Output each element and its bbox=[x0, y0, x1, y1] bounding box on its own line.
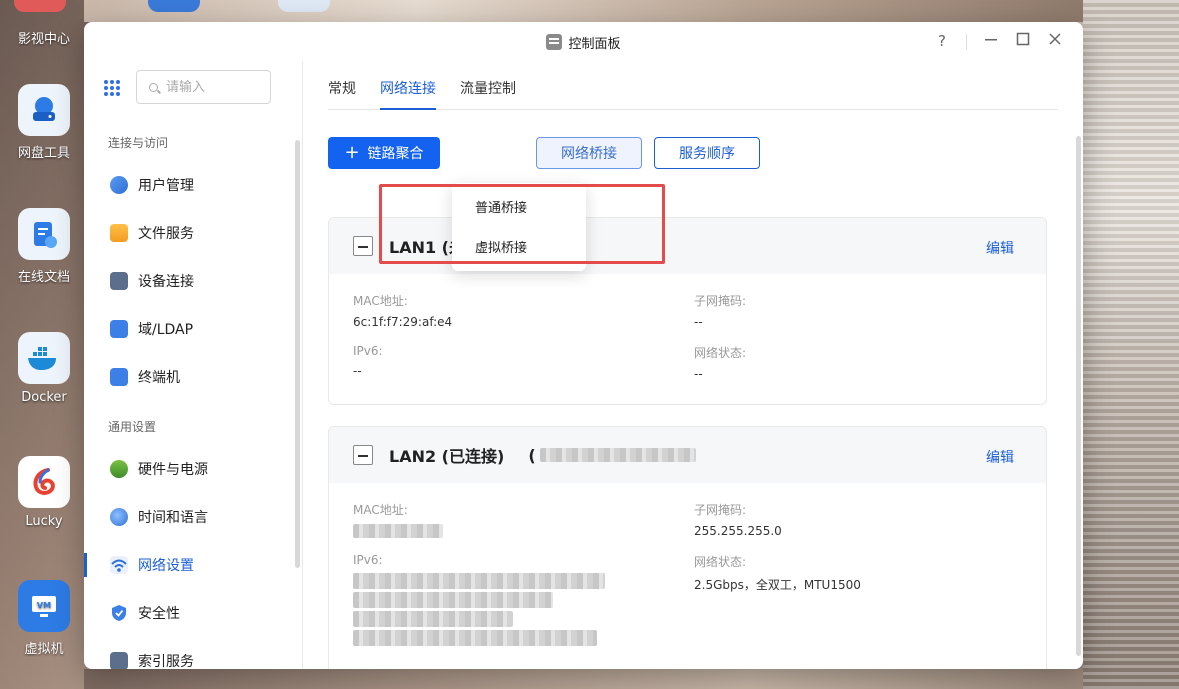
lan2-status-field: 网络状态: 2.5Gbps，全双工，MTU1500 bbox=[694, 555, 861, 592]
close-icon bbox=[1049, 33, 1061, 45]
lan2-card: LAN2 (已连接) ( 编辑 MAC地址: 子网掩码: 255.255.255… bbox=[328, 426, 1047, 669]
lan2-ipv6-field: IPv6: bbox=[353, 553, 605, 646]
index-icon bbox=[110, 652, 128, 669]
lan1-mac-field: MAC地址: 6c:1f:f7:29:af:e4 bbox=[353, 294, 453, 329]
lan1-subnet-field: 子网掩码: -- bbox=[694, 294, 747, 329]
search-box[interactable] bbox=[136, 70, 271, 104]
document-icon bbox=[18, 208, 70, 260]
help-button[interactable]: ? bbox=[932, 32, 952, 50]
apps-grid-icon[interactable] bbox=[104, 80, 120, 96]
search-icon bbox=[149, 82, 158, 92]
redacted-blur bbox=[353, 611, 513, 627]
lan2-subnet-field: 子网掩码: 255.255.255.0 bbox=[694, 503, 782, 538]
wallpaper bbox=[84, 0, 1083, 22]
sidebar-item-time-language[interactable]: 时间和语言 bbox=[84, 497, 294, 537]
sidebar-item-network-settings[interactable]: 网络设置 bbox=[84, 545, 294, 585]
desktop-icon-netdisk[interactable]: 网盘工具 bbox=[0, 84, 88, 161]
wallpaper bbox=[84, 669, 1083, 689]
redacted-blur bbox=[353, 592, 553, 608]
control-panel-icon bbox=[546, 34, 563, 50]
main-content: 常规 网络连接 流量控制 + 链路聚合 网络桥接 服务顺序 LAN1 (未 编辑… bbox=[304, 62, 1083, 669]
sidebar: 连接与访问 用户管理 文件服务 设备连接 域/LDAP 终端机 通用设置 硬件与… bbox=[84, 62, 303, 669]
sidebar-scrollbar[interactable] bbox=[295, 140, 300, 568]
redacted-blur bbox=[353, 630, 597, 646]
desktop-icon-vm[interactable]: VM 虚拟机 bbox=[0, 580, 88, 657]
maximize-button[interactable] bbox=[1013, 32, 1033, 50]
sidebar-item-device-connection[interactable]: 设备连接 bbox=[84, 261, 294, 301]
sidebar-item-hardware-power[interactable]: 硬件与电源 bbox=[84, 449, 294, 489]
sidebar-item-terminal[interactable]: 终端机 bbox=[84, 357, 294, 397]
id-card-icon bbox=[110, 320, 128, 338]
sidebar-item-index-service[interactable]: 索引服务 bbox=[84, 641, 294, 669]
title-divider bbox=[966, 34, 967, 50]
lan1-edit-link[interactable]: 编辑 bbox=[986, 238, 1014, 258]
lucky-logo-icon bbox=[18, 456, 70, 508]
terminal-icon bbox=[110, 368, 128, 386]
folder-icon bbox=[110, 224, 128, 242]
lan2-mac-field: MAC地址: bbox=[353, 501, 443, 541]
section-label-general-settings: 通用设置 bbox=[108, 420, 157, 434]
desktop-icon-lucky[interactable]: Lucky bbox=[0, 456, 88, 529]
desktop-app-icon-partial[interactable] bbox=[278, 0, 330, 12]
shield-icon bbox=[110, 604, 128, 622]
desktop-icon-docker[interactable]: Docker bbox=[0, 332, 88, 405]
search-input[interactable] bbox=[166, 79, 256, 95]
desktop-icon-label: Lucky bbox=[25, 514, 63, 529]
docker-whale-icon bbox=[18, 332, 70, 384]
close-button[interactable] bbox=[1045, 32, 1065, 50]
minimize-icon bbox=[985, 39, 997, 41]
desktop-icon-label: 虚拟机 bbox=[24, 642, 64, 657]
title-bar[interactable]: 控制面板 ? bbox=[84, 22, 1083, 62]
desktop-app-icon-partial[interactable] bbox=[148, 0, 200, 12]
device-icon bbox=[110, 272, 128, 290]
sidebar-item-file-service[interactable]: 文件服务 bbox=[84, 213, 294, 253]
lan1-status-field: 网络状态: -- bbox=[694, 346, 747, 381]
hard-drive-icon bbox=[18, 84, 70, 136]
redacted-blur bbox=[539, 448, 696, 462]
redacted-blur bbox=[353, 573, 605, 589]
main-scrollbar[interactable] bbox=[1076, 136, 1081, 656]
collapse-icon[interactable] bbox=[353, 236, 373, 256]
desktop-icon-label: 影视中心 bbox=[17, 32, 70, 47]
desktop-app-icon-partial[interactable] bbox=[14, 0, 66, 12]
red-annotation-box bbox=[379, 184, 665, 264]
sidebar-item-domain-ldap[interactable]: 域/LDAP bbox=[84, 309, 294, 349]
tab-general[interactable]: 常规 bbox=[328, 62, 356, 110]
lan2-address-redacted: ( bbox=[528, 446, 696, 465]
desktop-icon-label: 在线文档 bbox=[17, 270, 70, 285]
tab-traffic-control[interactable]: 流量控制 bbox=[460, 62, 516, 110]
wallpaper bbox=[1083, 0, 1179, 689]
redacted-blur bbox=[353, 524, 443, 538]
maximize-icon bbox=[1016, 32, 1030, 46]
globe-icon bbox=[110, 508, 128, 526]
desktop-icon-media-center[interactable]: 影视中心 bbox=[0, 28, 88, 47]
lan2-edit-link[interactable]: 编辑 bbox=[986, 447, 1014, 467]
tab-bar: 常规 网络连接 流量控制 bbox=[328, 62, 1058, 110]
window-title: 控制面板 bbox=[568, 36, 621, 52]
control-panel-window: 控制面板 ? 连接与访问 用户管理 文件服务 bbox=[84, 22, 1083, 669]
plus-icon: + bbox=[344, 142, 360, 163]
network-bridge-button[interactable]: 网络桥接 bbox=[536, 137, 642, 169]
section-label-connect-access: 连接与访问 bbox=[108, 136, 169, 150]
sidebar-item-user-management[interactable]: 用户管理 bbox=[84, 165, 294, 205]
desktop-icon-online-docs[interactable]: 在线文档 bbox=[0, 208, 88, 285]
user-icon bbox=[110, 176, 128, 194]
svg-text:VM: VM bbox=[37, 601, 51, 610]
lan2-title: LAN2 (已连接) bbox=[389, 447, 505, 466]
wifi-icon bbox=[110, 556, 128, 574]
desktop-icon-label: Docker bbox=[21, 390, 67, 405]
lan2-card-header: LAN2 (已连接) ( 编辑 bbox=[329, 427, 1046, 483]
desktop-icon-label: 网盘工具 bbox=[17, 146, 70, 161]
lan1-ipv6-field: IPv6: -- bbox=[353, 344, 383, 378]
tab-network-connection[interactable]: 网络连接 bbox=[380, 62, 436, 110]
link-aggregation-button[interactable]: + 链路聚合 bbox=[328, 137, 440, 169]
power-icon bbox=[110, 460, 128, 478]
minimize-button[interactable] bbox=[981, 32, 1001, 50]
virtual-machine-icon: VM bbox=[18, 580, 70, 632]
collapse-icon[interactable] bbox=[353, 445, 373, 465]
service-order-button[interactable]: 服务顺序 bbox=[654, 137, 760, 169]
sidebar-item-security[interactable]: 安全性 bbox=[84, 593, 294, 633]
